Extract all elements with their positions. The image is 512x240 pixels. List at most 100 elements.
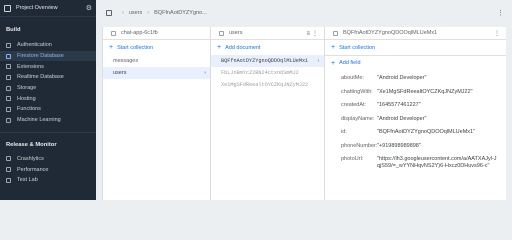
- field-row[interactable]: id: "BQFfnAotDYZYgnoQDOOqlMLUeMx1": [325, 129, 506, 135]
- root-panel: chat-app-6c1fb + Start collection messag…: [102, 27, 210, 200]
- panel-header: users ≡⋮: [211, 27, 324, 40]
- panel-title: users: [229, 30, 243, 36]
- collection-icon: [219, 30, 224, 36]
- add-document-button[interactable]: + Add document: [211, 40, 324, 55]
- sidebar-item-functions[interactable]: Functions: [0, 104, 96, 115]
- field-key: id:: [341, 129, 347, 135]
- field-key: phoneNumber:: [341, 142, 378, 149]
- breadcrumb-item-document[interactable]: BQFfnAotDYZYgno...: [154, 10, 207, 16]
- sidebar-item-machine-learning[interactable]: Machine Learning: [0, 115, 96, 126]
- sidebar-item-label: Realtime Database: [17, 74, 64, 81]
- build-heading: Build: [6, 27, 21, 33]
- field-key: aboutMe:: [341, 75, 364, 81]
- button-label: Start collection: [117, 44, 154, 51]
- firestore-icon: [6, 53, 11, 59]
- list-item-label: users: [113, 70, 127, 76]
- add-field-button[interactable]: + Add field: [325, 55, 506, 70]
- start-collection-button[interactable]: + Start collection: [325, 40, 506, 55]
- field-row[interactable]: createdAt: "1645577461227": [325, 102, 506, 108]
- collection-item-users[interactable]: users ›: [103, 67, 210, 79]
- sidebar-item-label: Hosting: [17, 95, 36, 102]
- sidebar: Project Overview ⚙ Build Authentication …: [0, 0, 96, 200]
- sidebar-item-label: Test Lab: [17, 177, 38, 184]
- field-value: "BQFfnAotDYZYgnoQDOOqlMLUeMx1": [377, 129, 476, 135]
- field-row[interactable]: photoUrl: "https://lh3.googleusercontent…: [325, 156, 506, 170]
- field-row[interactable]: aboutMe: "Android Developer": [325, 75, 506, 81]
- field-key: createdAt:: [341, 102, 367, 108]
- sidebar-item-label: Functions: [17, 106, 41, 113]
- document-panel: BQFfnAotDYZYgnoQDOOqlMLUeMx1 ⋮ + Start c…: [324, 27, 506, 200]
- document-item[interactable]: FbLJnBmYcZ2BN24ctxnOSmMJ2: [211, 67, 324, 79]
- sidebar-item-hosting[interactable]: Hosting: [0, 93, 96, 104]
- plus-icon: +: [109, 44, 114, 51]
- sidebar-item-realtime-database[interactable]: Realtime Database: [0, 72, 96, 83]
- home-icon[interactable]: [106, 10, 112, 16]
- sidebar-header: Project Overview ⚙: [0, 0, 96, 17]
- sidebar-item-label: Authentication: [17, 42, 52, 49]
- collection-item-messages[interactable]: messages: [103, 55, 210, 67]
- sidebar-item-firestore[interactable]: Firestore Database: [0, 50, 96, 62]
- functions-icon: [6, 106, 11, 112]
- plus-icon: +: [217, 44, 222, 51]
- sidebar-item-label: Performance: [17, 166, 49, 173]
- project-overview-link[interactable]: Project Overview: [16, 5, 86, 11]
- plus-icon: +: [331, 44, 336, 51]
- more-icon[interactable]: ⋮: [497, 9, 504, 17]
- extensions-icon: [6, 64, 11, 70]
- gear-icon[interactable]: ⚙: [86, 4, 92, 12]
- sidebar-item-test-lab[interactable]: Test Lab: [0, 175, 96, 186]
- hosting-icon: [6, 96, 11, 102]
- more-icon[interactable]: ⋮: [494, 30, 502, 37]
- panel-header: chat-app-6c1fb: [103, 27, 210, 40]
- document-icon: [333, 30, 338, 36]
- field-row[interactable]: displayName: "Android Developer": [325, 116, 506, 122]
- document-item[interactable]: Xe1MgSFdReealtOYCZKqJNZyMJ22: [211, 79, 324, 91]
- people-icon: [6, 42, 11, 48]
- collection-panel: users ≡⋮ + Add document BQFfnAotDYZYgnoQ…: [210, 27, 324, 200]
- sidebar-item-extensions[interactable]: Extensions: [0, 61, 96, 72]
- plus-icon: +: [331, 59, 336, 67]
- field-value: "Android Developer": [377, 75, 427, 81]
- field-row[interactable]: phoneNumber: "+919898989898": [325, 143, 506, 149]
- sidebar-item-label: Extensions: [17, 63, 44, 70]
- field-key: photoUrl:: [341, 156, 364, 162]
- chevron-right-icon: ›: [122, 10, 124, 16]
- breadcrumb-item-users[interactable]: users: [129, 10, 142, 16]
- panel-title: BQFfnAotDYZYgnoQDOOqlMLUeMx1: [343, 30, 438, 36]
- crashlytics-icon: [6, 156, 11, 162]
- panel-header: BQFfnAotDYZYgnoQDOOqlMLUeMx1 ⋮: [325, 27, 506, 40]
- sidebar-item-performance[interactable]: Performance: [0, 164, 96, 175]
- home-icon[interactable]: [4, 4, 11, 12]
- sidebar-item-label: Machine Learning: [17, 117, 61, 124]
- field-row[interactable]: chattingWith: "Xe1MgSFdReealtOYCZKqJNZyM…: [325, 89, 506, 95]
- storage-icon: [6, 85, 11, 91]
- document-item[interactable]: BQFfnAotDYZYgnoQDDOqlMLUeMx1 ›: [211, 55, 324, 67]
- button-label: Add field: [339, 60, 361, 66]
- sidebar-item-crashlytics[interactable]: Crashlytics: [0, 154, 96, 165]
- list-item-label: messages: [113, 58, 139, 64]
- filter-icon[interactable]: ≡⋮: [306, 30, 320, 37]
- chevron-right-icon: ›: [316, 58, 320, 64]
- start-collection-button[interactable]: + Start collection: [103, 40, 210, 55]
- sidebar-item-label: Storage: [17, 85, 37, 92]
- firebase-console: Project Overview ⚙ Build Authentication …: [0, 0, 512, 200]
- field-value: "Xe1MgSFdReealtOYCZKqJNZyMJ22": [377, 88, 473, 95]
- list-item-label: FbLJnBmYcZ2BN24ctxnOSmMJ2: [221, 70, 299, 76]
- field-value: "Android Developer": [377, 115, 427, 122]
- list-item-label: BQFfnAotDYZYgnoQDDOqlMLUeMx1: [221, 58, 309, 64]
- panel-title: chat-app-6c1fb: [121, 30, 158, 36]
- button-label: Add document: [225, 44, 261, 51]
- field-value: "+919898989898": [377, 142, 421, 149]
- sidebar-divider: [0, 131, 96, 133]
- chevron-right-icon: ›: [147, 10, 150, 16]
- sidebar-item-storage[interactable]: Storage: [0, 83, 96, 94]
- sidebar-item-label: Firestore Database: [17, 53, 64, 60]
- main-content: › users › BQFfnAotDYZYgno... ⋮ chat-app-…: [96, 0, 512, 200]
- field-list: aboutMe: "Android Developer" chattingWit…: [325, 70, 506, 170]
- sidebar-item-authentication[interactable]: Authentication: [0, 40, 96, 51]
- release-heading: Release & Monitor: [6, 141, 57, 148]
- ml-icon: [6, 117, 11, 123]
- button-label: Start collection: [339, 44, 376, 51]
- sidebar-item-label: Crashlytics: [17, 155, 44, 162]
- list-item-label: Xe1MgSFdReealtOYCZKqJNZyMJ22: [221, 82, 309, 88]
